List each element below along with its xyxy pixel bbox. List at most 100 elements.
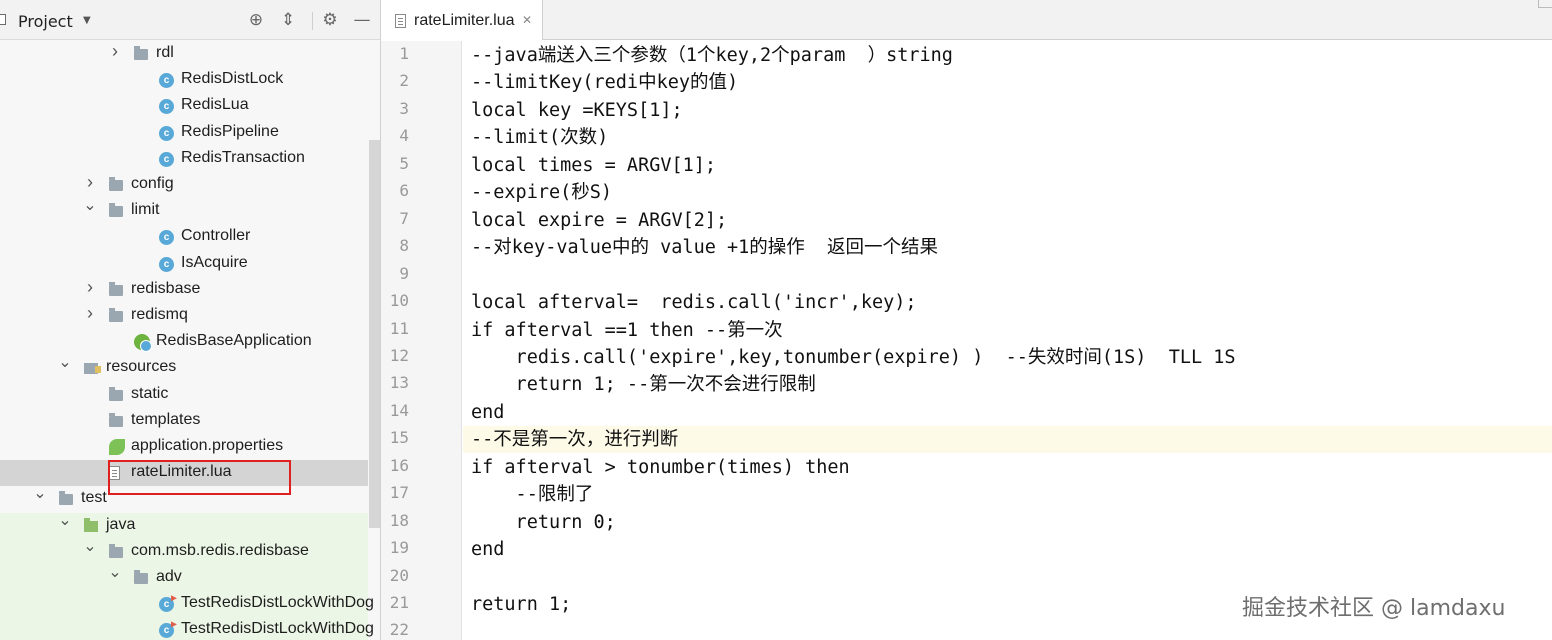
code-line[interactable]: end [463, 536, 1552, 563]
project-tree: › rdl c RedisDistLock c RedisLua c RedisPipelin… [0, 40, 374, 640]
tree-item[interactable]: application.properties [0, 434, 368, 460]
close-icon[interactable]: ✕ [522, 13, 532, 27]
collapse-arrow-icon[interactable]: › [83, 173, 97, 191]
class-icon: c [159, 73, 174, 89]
gear-icon[interactable]: ⚙ [320, 10, 340, 30]
code-line[interactable] [463, 262, 1552, 289]
tree-item-label: RedisPipeline [181, 122, 279, 140]
line-number: 9 [399, 263, 409, 283]
code-line[interactable]: local afterval= redis.call('incr',key); [463, 289, 1552, 316]
code-line[interactable]: if afterval ==1 then --第一次 [463, 317, 1552, 344]
split-corner [1538, 0, 1552, 8]
line-number: 1 [399, 44, 409, 63]
tree-item[interactable]: ⌄ resources [0, 355, 368, 381]
tree-item[interactable]: c RedisTransaction [0, 146, 368, 172]
tree-item[interactable]: › redismq [0, 303, 368, 329]
tree-item[interactable]: c TestRedisDistLockWithDog [0, 591, 374, 618]
tree-item[interactable]: c RedisPipeline [0, 120, 368, 146]
folder-icon [109, 543, 123, 558]
line-number-gutter: 1 2 3 4 5 6 7 8 9 10 11 12 13 14 15 16 17 18 19 20 21 22 [381, 41, 462, 640]
lua-file-icon [395, 14, 406, 28]
line-number: 10 [389, 291, 409, 311]
line-number: 15 [389, 428, 409, 448]
code-line[interactable]: return 1; --第一次不会进行限制 [463, 371, 1552, 398]
code-line[interactable]: end [463, 399, 1552, 426]
tree-item[interactable]: RedisBaseApplication [0, 329, 368, 355]
tree-item[interactable]: ⌄ adv [0, 565, 368, 591]
line-number: 19 [389, 538, 409, 558]
tree-item-label: RedisTransaction [181, 148, 305, 166]
code-line[interactable]: local expire = ARGV[2]; [463, 207, 1552, 234]
tree-item[interactable]: c IsAcquire [0, 251, 368, 277]
collapse-arrow-icon[interactable]: › [108, 42, 122, 60]
collapse-icon[interactable]: ⇕ [278, 10, 298, 30]
line-number: 7 [399, 208, 409, 228]
code-line[interactable]: if afterval > tonumber(times) then [463, 454, 1552, 481]
folder-icon [59, 491, 73, 506]
code-area[interactable]: --java端送入三个参数（1个key,2个param ）string --lim… [463, 41, 1552, 640]
project-panel-title[interactable]: Project [18, 12, 73, 31]
line-number: 12 [389, 345, 409, 365]
target-icon[interactable]: ⊕ [246, 10, 266, 30]
code-line[interactable]: --java端送入三个参数（1个key,2个param ）string [463, 42, 1552, 69]
props-icon [109, 439, 125, 455]
code-line[interactable]: --限制了 [463, 481, 1552, 508]
expand-arrow-icon[interactable]: ⌄ [58, 355, 72, 371]
code-line[interactable]: --对key-value中的 value +1的操作 返回一个结果 [463, 234, 1552, 261]
toolbar-divider [312, 12, 313, 30]
code-line[interactable]: --不是第一次，进行判断 [463, 426, 1552, 454]
tree-item[interactable]: ⌄ limit [0, 198, 368, 224]
class-icon: c [159, 125, 174, 141]
tree-item[interactable]: › rdl [0, 41, 368, 67]
line-number: 3 [399, 98, 409, 118]
tab-label: rateLimiter.lua [414, 12, 515, 29]
code-line[interactable]: --limitKey(redi中key的值) [463, 69, 1552, 96]
line-number: 6 [399, 181, 409, 201]
expand-arrow-icon[interactable]: ⌄ [58, 512, 72, 529]
tree-item[interactable]: c RedisDistLock [0, 67, 368, 93]
tree-item[interactable]: c RedisLua [0, 93, 368, 119]
collapse-arrow-icon[interactable]: › [83, 304, 97, 322]
folder-icon [109, 308, 123, 322]
test-icon: c [159, 623, 174, 639]
tree-item[interactable]: c Controller [0, 224, 368, 250]
folder-icon [109, 281, 123, 296]
minimize-icon[interactable]: — [352, 10, 372, 30]
expand-arrow-icon[interactable]: ⌄ [83, 198, 97, 214]
collapse-arrow-icon[interactable]: › [83, 278, 97, 296]
line-number: 8 [399, 236, 409, 256]
tab-ratelimiter-lua[interactable]: rateLimiter.lua ✕ [381, 0, 543, 40]
line-number: 4 [399, 126, 409, 146]
tree-scrollbar[interactable] [369, 140, 380, 528]
tree-item[interactable]: › config [0, 172, 368, 198]
expand-arrow-icon[interactable]: ⌄ [108, 565, 122, 581]
tree-item-label: com.msb.redis.redisbase [131, 541, 309, 559]
tree-item-label: RedisDistLock [181, 70, 284, 88]
tree-item-label: resources [106, 358, 177, 376]
code-line[interactable]: redis.call('expire',key,tonumber(expire)… [463, 344, 1552, 371]
tree-item[interactable]: templates [0, 408, 368, 434]
tree-item-label: TestRedisDistLockWithDog [181, 594, 374, 612]
expand-arrow-icon[interactable]: ⌄ [83, 538, 97, 555]
code-line[interactable]: return 0; [463, 509, 1552, 536]
code-line[interactable]: --limit(次数) [463, 124, 1552, 151]
project-panel-header: Project ▼ ⊕ ⇕ ⚙ — [0, 0, 380, 40]
class-icon: c [159, 230, 174, 246]
tree-item[interactable]: ⌄ com.msb.redis.redisbase [0, 538, 368, 565]
tree-item[interactable]: static [0, 382, 368, 408]
line-number: 5 [399, 153, 409, 173]
tree-item-label: redisbase [131, 279, 201, 297]
tree-item-label: IsAcquire [181, 253, 248, 271]
folder-icon [109, 412, 123, 427]
tree-item[interactable]: ⌄ java [0, 512, 368, 539]
code-line[interactable]: local key =KEYS[1]; [463, 97, 1552, 124]
line-number: 11 [389, 318, 409, 338]
tree-item[interactable]: c TestRedisDistLockWithDog [0, 617, 374, 640]
chevron-down-icon[interactable]: ▼ [83, 15, 91, 26]
expand-arrow-icon[interactable]: ⌄ [33, 486, 47, 502]
code-line[interactable]: --expire(秒S) [463, 179, 1552, 206]
tree-item[interactable]: › redisbase [0, 277, 368, 303]
code-line[interactable]: local times = ARGV[1]; [463, 152, 1552, 179]
code-line[interactable] [463, 564, 1552, 591]
folder-green-icon [84, 517, 98, 532]
